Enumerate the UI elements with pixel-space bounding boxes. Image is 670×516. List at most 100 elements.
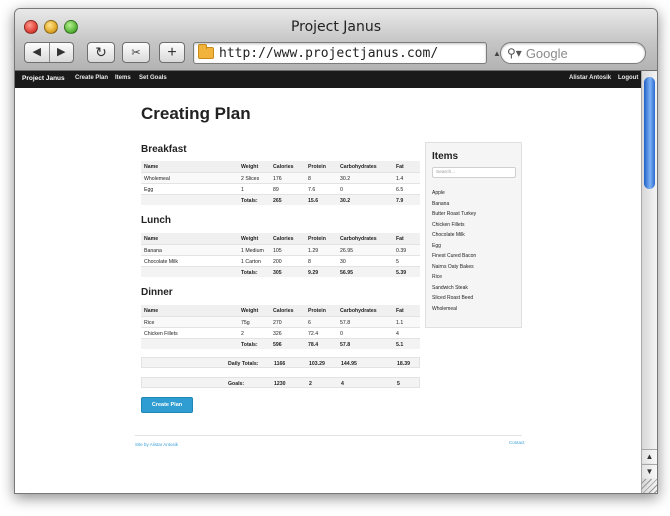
totals-row: Totals: 305 9.29 56.95 5.39 (141, 266, 420, 277)
items-panel: Items Search... Apple Banana Butter Roas… (425, 142, 522, 328)
list-item[interactable]: Rice (432, 274, 476, 285)
col-name: Name (144, 164, 159, 170)
brand-link[interactable]: Project Janus (22, 75, 65, 82)
cell-protein: 72.4 (308, 331, 319, 337)
total-protein: 78.4 (308, 342, 319, 348)
cell-fat: 5 (396, 259, 399, 265)
cell-calories: 200 (273, 259, 282, 265)
cell-fat: 6.5 (396, 187, 404, 193)
total-protein: 15.6 (308, 198, 319, 204)
cell-carbohydrates: 26.95 (340, 248, 353, 254)
table-row[interactable]: Wholemeal 2 Slices 176 8 30.2 1.4 (141, 172, 420, 183)
nav-items[interactable]: Items (115, 75, 131, 81)
cell-name: Chocolate Milk (144, 259, 179, 265)
table-header-row: Name Weight Calories Protein Carbohydrat… (141, 161, 420, 172)
list-item[interactable]: Nairns Oaty Bakes (432, 264, 476, 275)
totals-label: Totals: (241, 342, 258, 348)
list-item[interactable]: Butter Roast Turkey (432, 211, 476, 222)
cell-name: Chicken Fillets (144, 331, 178, 337)
table-row[interactable]: Chocolate Milk 1 Carton 200 8 30 5 (141, 255, 420, 266)
cell-weight: 1 Carton (241, 259, 261, 265)
scroll-down-icon[interactable]: ▼ (642, 464, 657, 478)
total-carbohydrates: 57.8 (340, 342, 351, 348)
goal-calories: 1230 (274, 381, 286, 387)
search-field[interactable]: ⚲▾ Google (500, 42, 646, 64)
items-search-input[interactable]: Search... (432, 167, 516, 178)
daily-fat: 18.39 (397, 361, 410, 367)
snapback-button[interactable]: ✂ (122, 42, 150, 63)
footer-credit-link[interactable]: Site by Alistar Antosik (135, 442, 178, 447)
nav-set-goals[interactable]: Set Goals (139, 75, 167, 81)
list-item[interactable]: Sandwich Steak (432, 285, 476, 296)
col-weight: Weight (241, 164, 259, 170)
nav-logout[interactable]: Logout (618, 75, 638, 81)
cell-weight: 2 Slices (241, 176, 260, 182)
daily-calories: 1166 (274, 361, 286, 367)
reload-icon: ↻ (95, 44, 107, 60)
daily-totals-label: Daily Totals: (228, 361, 259, 367)
lunch-table: Name Weight Calories Protein Carbohydrat… (141, 233, 420, 277)
cell-carbohydrates: 0 (340, 331, 343, 337)
list-item[interactable]: Sliced Roast Beed (432, 295, 476, 306)
list-item[interactable]: Wholemeal (432, 306, 476, 317)
table-row[interactable]: Rice 75g 270 6 57.8 1.1 (141, 316, 420, 327)
address-bar[interactable]: http://www.projectjanus.com/ (193, 42, 487, 64)
url-text[interactable]: http://www.projectjanus.com/ (219, 46, 438, 61)
dinner-table: Name Weight Calories Protein Carbohydrat… (141, 305, 420, 349)
totals-label: Totals: (241, 198, 258, 204)
page-title: Creating Plan (141, 104, 251, 123)
scrollbar-thumb[interactable] (644, 77, 655, 189)
footer-contact-link[interactable]: Contact (509, 440, 525, 445)
items-list: Apple Banana Butter Roast Turkey Chicken… (432, 190, 476, 316)
nav-create-plan[interactable]: Create Plan (75, 75, 108, 81)
nav-user[interactable]: Alistar Antosik (569, 75, 611, 81)
list-item[interactable]: Apple (432, 190, 476, 201)
cell-protein: 8 (308, 176, 311, 182)
goals-row: Goals: 1230 2 4 5 (141, 377, 420, 388)
scroll-up-icon[interactable]: ▲ (642, 449, 657, 463)
cell-calories: 89 (273, 187, 279, 193)
page-viewport: Project Janus Create Plan Items Set Goal… (15, 71, 641, 493)
col-fat: Fat (396, 236, 404, 242)
list-item[interactable]: Chicken Fillets (432, 222, 476, 233)
totals-row: Totals: 596 78.4 57.8 5.1 (141, 338, 420, 349)
col-fat: Fat (396, 164, 404, 170)
dinner-heading: Dinner (141, 287, 173, 298)
cell-name: Wholemeal (144, 176, 170, 182)
back-icon[interactable]: ◀ (25, 43, 50, 62)
list-item[interactable]: Egg (432, 243, 476, 254)
items-title: Items (432, 151, 459, 162)
list-item[interactable]: Chocolate Milk (432, 232, 476, 243)
table-row[interactable]: Chicken Fillets 2 326 72.4 0 4 (141, 327, 420, 338)
col-protein: Protein (308, 164, 326, 170)
cell-name: Rice (144, 320, 155, 326)
add-bookmark-button[interactable]: + (159, 42, 185, 63)
goal-fat: 5 (397, 381, 400, 387)
browser-window: Project Janus ◀ ▶ ↻ ✂ + http://www.proje… (14, 8, 658, 494)
total-carbohydrates: 56.95 (340, 270, 353, 276)
cell-protein: 7.6 (308, 187, 316, 193)
col-carbohydrates: Carbohydrates (340, 164, 377, 170)
totals-label: Totals: (241, 270, 258, 276)
table-row[interactable]: Banana 1 Medium 105 1.29 26.95 0.39 (141, 244, 420, 255)
folder-icon (198, 44, 214, 59)
cell-protein: 6 (308, 320, 311, 326)
cell-carbohydrates: 0 (340, 187, 343, 193)
col-calories: Calories (273, 236, 294, 242)
table-header-row: Name Weight Calories Protein Carbohydrat… (141, 233, 420, 244)
reload-button[interactable]: ↻ (87, 42, 115, 63)
forward-icon[interactable]: ▶ (50, 43, 74, 62)
window-title: Project Janus (290, 19, 382, 35)
cell-calories: 176 (273, 176, 282, 182)
cell-weight: 75g (241, 320, 250, 326)
daily-totals-row: Daily Totals: 1166 103.29 144.95 18.39 (141, 357, 420, 368)
list-item[interactable]: Finest Cured Bacon (432, 253, 476, 264)
table-row[interactable]: Egg 1 89 7.6 0 6.5 (141, 183, 420, 194)
cell-calories: 270 (273, 320, 282, 326)
list-item[interactable]: Banana (432, 201, 476, 212)
vertical-scrollbar[interactable]: ▲ ▼ (641, 71, 657, 493)
resize-grip-icon[interactable] (641, 479, 657, 493)
create-plan-button[interactable]: Create Plan (141, 397, 193, 413)
total-calories: 305 (273, 270, 282, 276)
cell-fat: 1.1 (396, 320, 404, 326)
